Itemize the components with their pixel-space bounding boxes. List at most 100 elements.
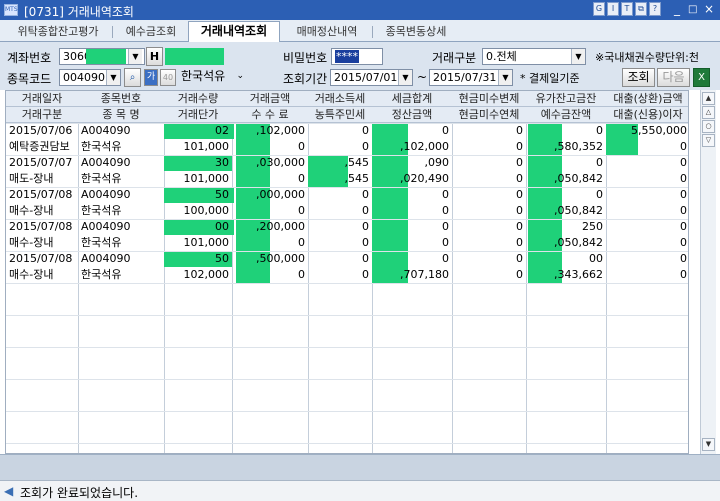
grid-row-0-c2: 02 (215, 124, 229, 137)
stock-code-field[interactable]: 004090 ▼ (59, 69, 121, 86)
scroll-bottom-icon[interactable]: ▼ (702, 438, 715, 451)
trade-type-select[interactable]: 0.전체 ▼ (482, 48, 586, 65)
scroll-page-down-icon[interactable]: ▽ (702, 134, 715, 147)
toolbar-help-icon[interactable]: ? (649, 2, 661, 16)
grid-header-2-c4[interactable]: 농특주민세 (308, 107, 372, 123)
grid-row-6-c1: A004090 (81, 220, 131, 233)
grid-row-2-c1: A004090 (81, 156, 131, 169)
date-from-dropdown-icon[interactable]: ▼ (398, 70, 412, 85)
grid-row-3-c7: ,050,842 (554, 172, 603, 185)
toolbar-copy-icon[interactable]: ⧉ (635, 2, 647, 16)
grid-row-3-c3: 0 (298, 172, 305, 185)
grid-row-2-c5: ,090 (424, 156, 450, 169)
grid-row-6-c5: 0 (442, 220, 449, 233)
grid-row-9-c1: 한국석유 (81, 268, 122, 281)
grid-row-2-c7: 0 (596, 156, 603, 169)
maximize-button[interactable]: □ (688, 4, 697, 15)
grid-row-5-c4: 0 (362, 204, 369, 217)
grid-header-1-c1[interactable]: 종목번호 (78, 91, 164, 107)
grid-header-1-c8[interactable]: 대출(상환)금액 (606, 91, 688, 107)
grid-row-7-c6: 0 (516, 236, 523, 249)
grid-header-2-c8[interactable]: 대출(신용)이자 (606, 107, 688, 123)
grid-row-6-c2: 00 (215, 220, 229, 233)
grid-row-1-c3: 0 (298, 140, 305, 153)
toolbar-t-icon[interactable]: T (621, 2, 633, 16)
account-h-button[interactable]: H (146, 47, 163, 66)
grid-row-4-c3: ,000,000 (256, 188, 305, 201)
grid-header-1-c6[interactable]: 현금미수변제 (452, 91, 526, 107)
grid-scrollbar[interactable]: ▲ △ ○ ▽ ▼ (700, 90, 716, 454)
account-dropdown-icon[interactable]: ▼ (128, 49, 142, 64)
grid-header-1-c5[interactable]: 세금합계 (372, 91, 452, 107)
scroll-top-icon[interactable]: ▲ (702, 92, 715, 105)
grid-row-4-c5: 0 (442, 188, 449, 201)
tab-transaction-history[interactable]: 거래내역조회 (188, 21, 280, 43)
trade-type-dropdown-icon[interactable]: ▼ (571, 49, 585, 64)
grid-row-0-c4: 0 (362, 124, 369, 137)
grid-header-1-c0[interactable]: 거래일자 (6, 91, 78, 107)
window-title: [0731] 거래내역조회 (24, 5, 134, 19)
scroll-page-up-icon[interactable]: △ (702, 106, 715, 119)
grid-row-3-c5: ,020,490 (400, 172, 449, 185)
grid-header-2-c1[interactable]: 종 목 명 (78, 107, 164, 123)
tab-deposit[interactable]: 예수금조회 (116, 23, 186, 42)
grid-header-1-c3[interactable]: 거래금액 (232, 91, 308, 107)
minimize-button[interactable]: _ (674, 2, 680, 16)
transaction-grid: 거래일자 종목번호 거래수량 거래금액 거래소득세 세금합계 현금미수변제 유가잔고금잔 대출(… (5, 90, 689, 454)
grid-header-1-c4[interactable]: 거래소득세 (308, 91, 372, 107)
toolbar-i-icon[interactable]: I (607, 2, 619, 16)
grid-row-1-c0: 예탁증권담보 (9, 140, 70, 153)
grid-header-2-c5[interactable]: 정산금액 (372, 107, 452, 123)
stock-name[interactable]: 한국석유 ⌄ (178, 69, 246, 86)
stock-code-dropdown-icon[interactable]: ▼ (106, 70, 120, 85)
date-from-field[interactable]: 2015/07/01 ▼ (330, 69, 413, 86)
grid-row-9-c2: 102,000 (183, 268, 230, 281)
grid-header-2-c2[interactable]: 거래단가 (164, 107, 232, 123)
trade-type-label: 거래구분 (432, 51, 477, 65)
tab-consolidated-balance[interactable]: 위탁종합잔고평가 (8, 23, 108, 42)
scroll-middle-icon[interactable]: ○ (702, 120, 715, 133)
tab-stock-change[interactable]: 종목변동상세 (376, 23, 456, 42)
grid-row-3-c6: 0 (516, 172, 523, 185)
grid-row-4-c0: 2015/07/08 (9, 188, 73, 201)
grid-row-2-c6: 0 (516, 156, 523, 169)
grid-row-3-c8: 0 (680, 172, 687, 185)
grid-header-2-c6[interactable]: 현금미수연체 (452, 107, 526, 123)
status-message: 조회가 완료되었습니다. (20, 486, 139, 500)
stock-search-icon[interactable]: ⌕ (124, 68, 141, 87)
account-label: 계좌번호 (7, 51, 52, 65)
grid-row-9-c6: 0 (516, 268, 523, 281)
account-name-redacted (165, 48, 224, 65)
grid-header-1-c7[interactable]: 유가잔고금잔 (526, 91, 606, 107)
search-button[interactable]: 조회 (622, 68, 655, 87)
grid-row-0-c0: 2015/07/06 (9, 124, 73, 137)
excel-export-icon[interactable]: X (693, 68, 710, 87)
grid-row-7-c1: 한국석유 (81, 236, 122, 249)
stock-info-icon[interactable]: 가 (144, 69, 158, 86)
grid-header-1-c2[interactable]: 거래수량 (164, 91, 232, 107)
date-tilde: ~ (417, 70, 428, 84)
date-to-field[interactable]: 2015/07/31 ▼ (429, 69, 513, 86)
grid-row-9-c4: 0 (362, 268, 369, 281)
stock-alt-icon[interactable]: 40 (160, 69, 176, 86)
app-icon: MTS (4, 4, 18, 16)
date-to-dropdown-icon[interactable]: ▼ (498, 70, 512, 85)
grid-row-8-c4: 0 (362, 252, 369, 265)
grid-row-6-c4: 0 (362, 220, 369, 233)
stock-name-dropdown-icon[interactable]: ⌄ (236, 69, 244, 84)
grid-row-7-c5: 0 (442, 236, 449, 249)
password-field[interactable]: **** (331, 48, 383, 65)
close-button[interactable]: × (704, 2, 714, 16)
tab-settlement[interactable]: 매매정산내역 (286, 23, 368, 42)
grid-header-2-c0[interactable]: 거래구분 (6, 107, 78, 123)
grid-row-5-c2: 100,000 (183, 204, 230, 217)
grid-header-2-c3[interactable]: 수 수 료 (232, 107, 308, 123)
grid-row-9-c0: 매수-장내 (9, 268, 54, 281)
grid-row-5-c5: 0 (442, 204, 449, 217)
grid-header-2-c7[interactable]: 예수금잔액 (526, 107, 606, 123)
grid-row-2-c4: ,545 (344, 156, 370, 169)
grid-row-1-c5: ,102,000 (400, 140, 449, 153)
next-button[interactable]: 다음 (657, 68, 690, 87)
toolbar-g-icon[interactable]: G (593, 2, 605, 16)
grid-row-1-c1: 한국석유 (81, 140, 122, 153)
